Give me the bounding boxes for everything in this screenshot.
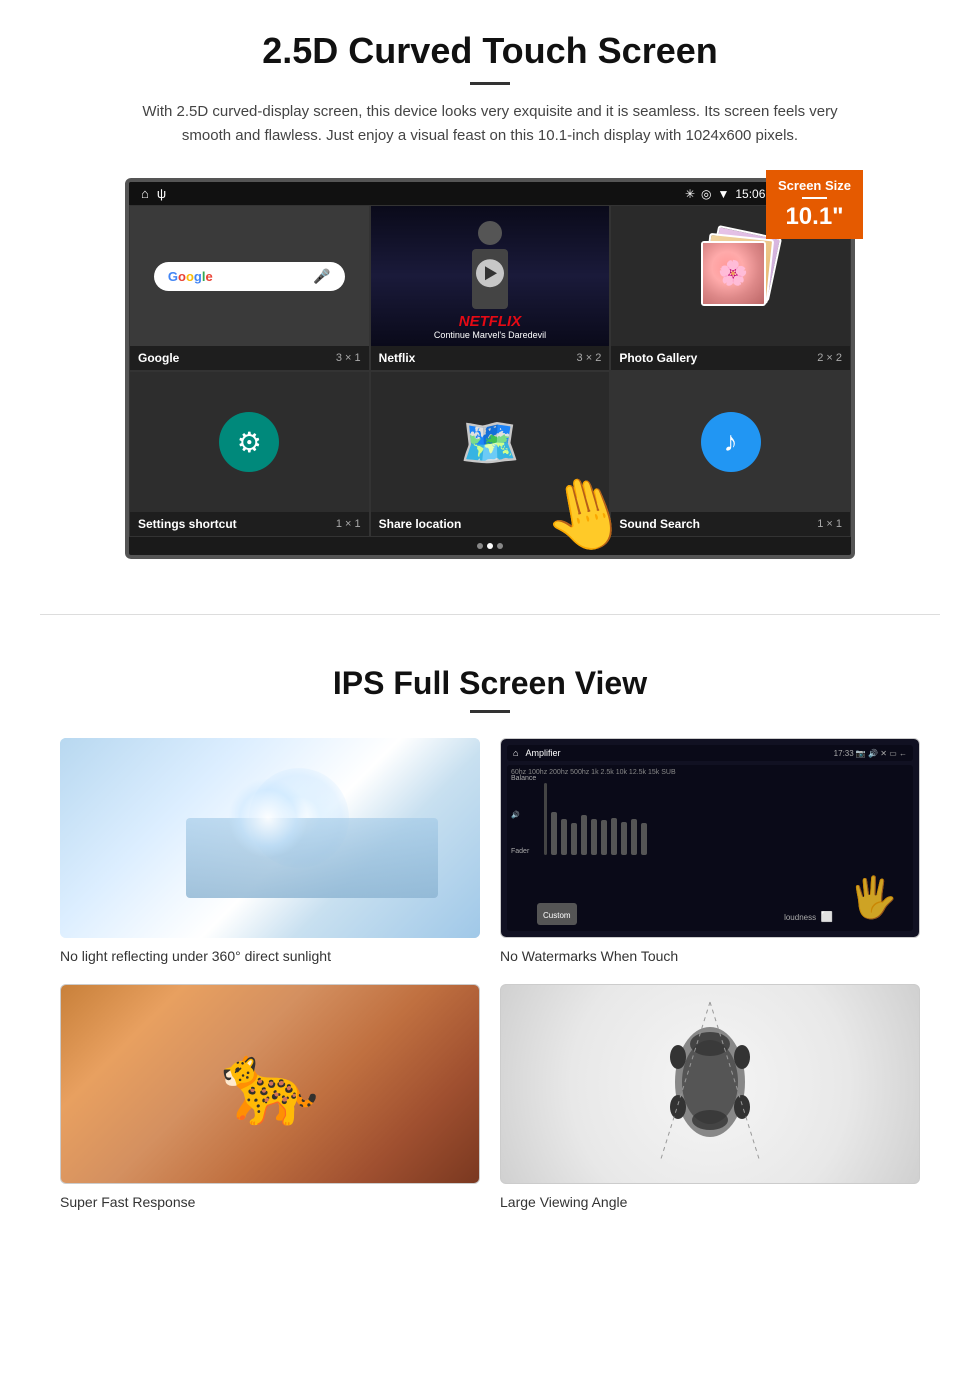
device-screen: ⌂ ψ ✳ ◎ ▼ 15:06 ⬜ ◁) ✕ ▭: [125, 178, 855, 559]
person-head: [478, 221, 502, 245]
badge-size: 10.1": [778, 203, 851, 231]
sound-cell-inner: ♪: [611, 372, 850, 512]
car-diagram: [650, 992, 770, 1177]
netflix-subtitle: Continue Marvel's Daredevil: [379, 330, 602, 340]
settings-cell-inner: ⚙: [130, 372, 369, 512]
title-underline: [470, 82, 510, 85]
share-label: Share location: [379, 517, 462, 531]
amplifier-image: ⌂ Amplifier 17:33 📷 🔊 ✕ ▭ ← 60hz 100hz 2…: [500, 738, 920, 938]
google-label: Google: [138, 351, 179, 365]
wifi-icon: ▼: [717, 187, 729, 201]
section-ips: IPS Full Screen View No light reflecting…: [0, 645, 980, 1240]
mic-icon: 🎤: [313, 268, 330, 285]
netflix-size: 3 × 2: [577, 352, 602, 364]
photos-label-row: Photo Gallery 2 × 2: [611, 346, 850, 370]
home-icon: ⌂: [141, 186, 149, 201]
sunlight-image: [60, 738, 480, 938]
share-bg: 🗺️: [371, 372, 610, 512]
play-button[interactable]: [476, 259, 504, 287]
status-left: ⌂ ψ: [141, 186, 166, 201]
sound-label: Sound Search: [619, 517, 700, 531]
section-divider: [40, 614, 940, 615]
photos-label: Photo Gallery: [619, 351, 697, 365]
section2-title: IPS Full Screen View: [60, 665, 920, 702]
location-icon: ◎: [701, 187, 711, 201]
settings-bg: ⚙: [130, 372, 369, 512]
status-bar: ⌂ ψ ✳ ◎ ▼ 15:06 ⬜ ◁) ✕ ▭: [129, 182, 851, 205]
hand-touch-icon: 🖐: [848, 874, 898, 921]
share-size: 1 × 1: [577, 518, 602, 530]
music-note-icon: ♪: [724, 426, 738, 458]
badge-title: Screen Size: [778, 178, 851, 193]
sound-label-row: Sound Search 1 × 1: [611, 512, 850, 536]
gear-icon: ⚙: [237, 426, 262, 459]
netflix-cell-inner: NETFLIX Continue Marvel's Daredevil: [371, 206, 610, 346]
google-size: 3 × 1: [336, 352, 361, 364]
feature-grid: No light reflecting under 360° direct su…: [60, 738, 920, 1210]
app-grid-row2: ⚙ Settings shortcut 1 × 1 🗺️: [129, 371, 851, 537]
section2-underline: [470, 710, 510, 713]
netflix-label-row: Netflix 3 × 2: [371, 346, 610, 370]
share-cell-inner: 🗺️: [371, 372, 610, 512]
section-curved-screen: 2.5D Curved Touch Screen With 2.5D curve…: [0, 0, 980, 584]
play-triangle-icon: [485, 266, 497, 280]
sunlight-label: No light reflecting under 360° direct su…: [60, 948, 480, 964]
cheetah-image: 🐆: [60, 984, 480, 1184]
photos-size: 2 × 2: [817, 352, 842, 364]
section1-title: 2.5D Curved Touch Screen: [60, 30, 920, 72]
netflix-logo: NETFLIX: [379, 313, 602, 330]
car-svg: [650, 992, 770, 1172]
cheetah-emoji: 🐆: [220, 1037, 320, 1131]
netflix-label: Netflix: [379, 351, 416, 365]
settings-label-row: Settings shortcut 1 × 1: [130, 512, 369, 536]
google-bg: Google 🎤: [130, 206, 369, 346]
device-mockup: Screen Size 10.1" ⌂ ψ ✳ ◎ ▼ 15:06 ⬜ ◁) ✕: [125, 178, 855, 559]
google-search-bar[interactable]: Google 🎤: [154, 262, 345, 291]
app-cell-settings[interactable]: ⚙ Settings shortcut 1 × 1: [129, 371, 370, 537]
feature-car: Large Viewing Angle: [500, 984, 920, 1210]
share-label-row: Share location 1 × 1: [371, 512, 610, 536]
app-cell-google[interactable]: Google 🎤 Google 3 × 1: [129, 205, 370, 371]
cheetah-label: Super Fast Response: [60, 1194, 480, 1210]
google-logo: Google: [168, 269, 213, 284]
app-grid-row1: Google 🎤 Google 3 × 1: [129, 205, 851, 371]
music-circle: ♪: [701, 412, 761, 472]
app-cell-netflix[interactable]: NETFLIX Continue Marvel's Daredevil Netf…: [370, 205, 611, 371]
app-cell-sound[interactable]: ♪ Sound Search 1 × 1: [610, 371, 851, 537]
usb-icon: ψ: [157, 186, 166, 201]
car-image: [500, 984, 920, 1184]
photo-stack: 🌸: [686, 231, 776, 321]
watermarks-label: No Watermarks When Touch: [500, 948, 920, 964]
feature-cheetah: 🐆 Super Fast Response: [60, 984, 480, 1210]
badge-line: [802, 197, 827, 199]
car-label: Large Viewing Angle: [500, 1194, 920, 1210]
dot-3: [497, 543, 503, 549]
section1-description: With 2.5D curved-display screen, this de…: [140, 100, 840, 148]
settings-size: 1 × 1: [336, 518, 361, 530]
google-cell-inner: Google 🎤: [130, 206, 369, 346]
app-cell-share[interactable]: 🗺️ 🤚 Share location 1 × 1: [370, 371, 611, 537]
netflix-overlay: NETFLIX Continue Marvel's Daredevil: [371, 307, 610, 346]
screen-size-badge: Screen Size 10.1": [766, 170, 863, 239]
photo-card-1: 🌸: [701, 241, 766, 306]
dot-1: [477, 543, 483, 549]
settings-circle: ⚙: [219, 412, 279, 472]
dot-2: [487, 543, 493, 549]
maps-icon: 🗺️: [460, 414, 520, 471]
sound-bg: ♪: [611, 372, 850, 512]
sound-size: 1 × 1: [817, 518, 842, 530]
bluetooth-icon: ✳: [685, 187, 695, 201]
google-label-row: Google 3 × 1: [130, 346, 369, 370]
feature-watermarks: ⌂ Amplifier 17:33 📷 🔊 ✕ ▭ ← 60hz 100hz 2…: [500, 738, 920, 964]
pagination-dots: [129, 537, 851, 555]
time-display: 15:06: [735, 187, 765, 201]
feature-sunlight: No light reflecting under 360° direct su…: [60, 738, 480, 964]
settings-label: Settings shortcut: [138, 517, 237, 531]
